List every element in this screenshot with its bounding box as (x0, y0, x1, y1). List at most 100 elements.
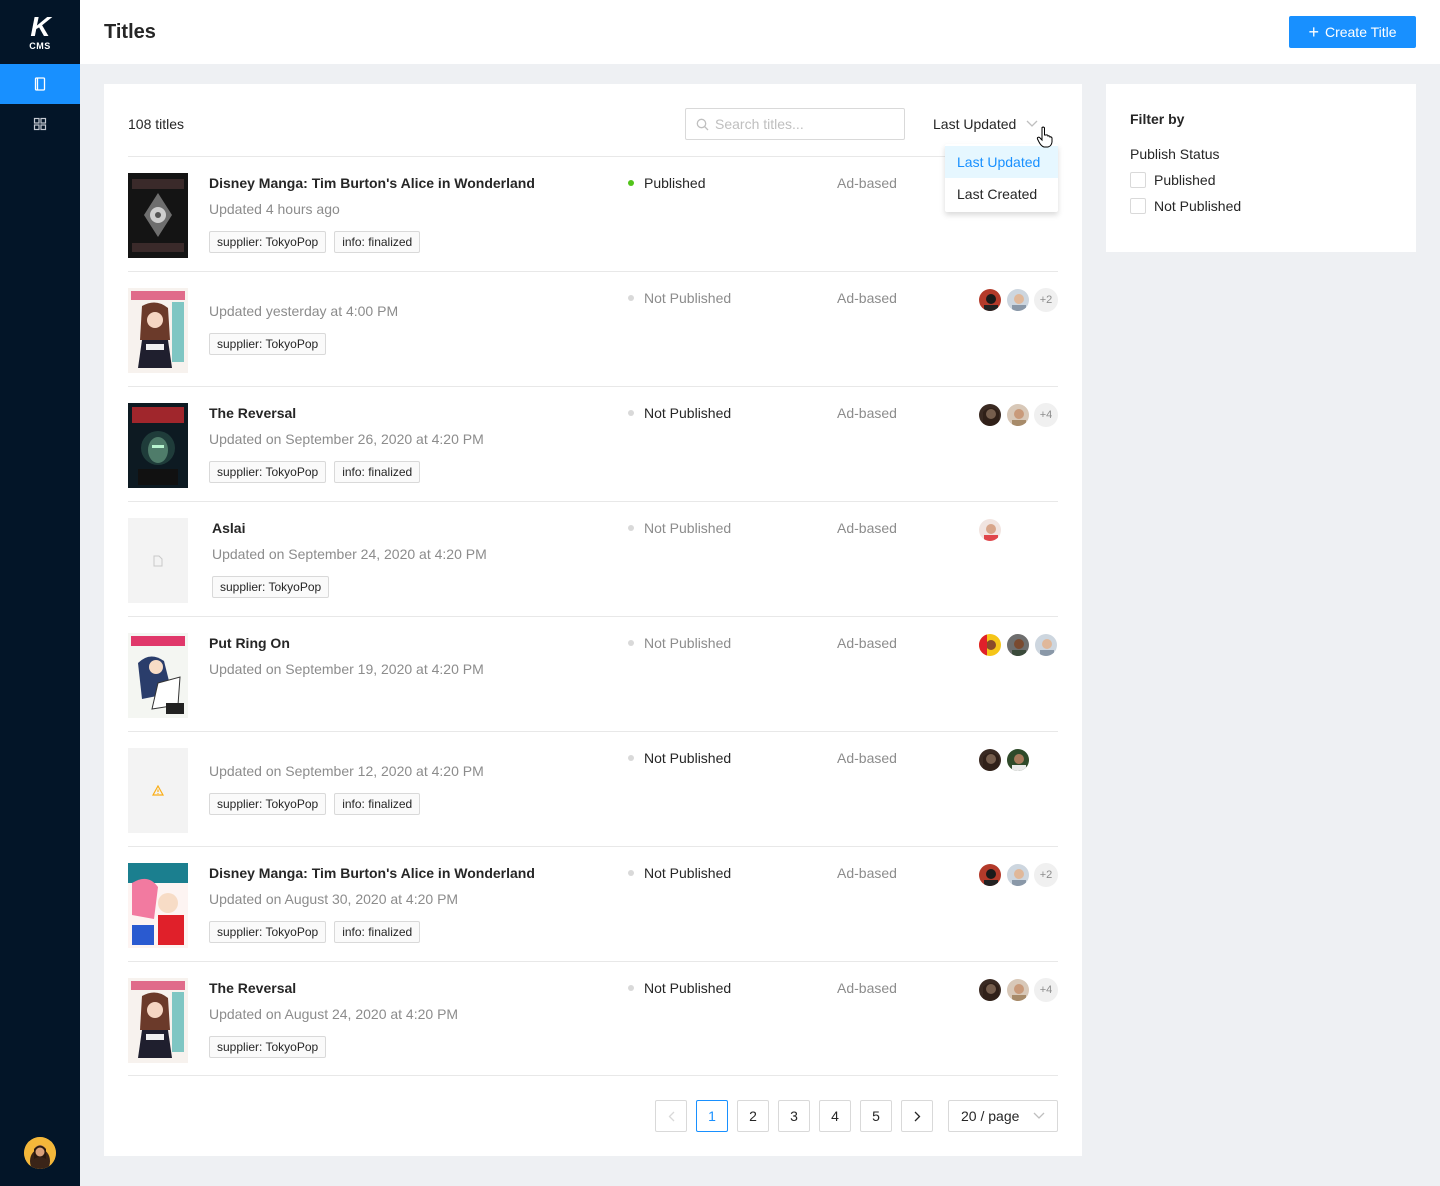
filter-option-label: Published (1154, 172, 1216, 188)
sort-selected-label: Last Updated (933, 116, 1017, 132)
titles-list: Disney Manga: Tim Burton's Alice in Wond… (128, 156, 1058, 1076)
sort-option-last-created[interactable]: Last Created (945, 178, 1058, 210)
tag: supplier: TokyoPop (209, 333, 327, 355)
tag: info: finalized (334, 921, 421, 943)
title-cover-placeholder (128, 518, 188, 603)
table-row[interactable]: The Reversal Updated on September 26, 20… (128, 386, 1058, 501)
title-name[interactable]: The Reversal (209, 405, 609, 421)
status-badge: Not Published (628, 750, 731, 766)
sort-option-last-updated[interactable]: Last Updated (945, 146, 1058, 178)
page-button-2[interactable]: 2 (737, 1100, 769, 1132)
monetization-label: Ad-based (837, 865, 897, 881)
sidebar: K CMS (0, 0, 80, 1186)
tag: info: finalized (334, 461, 421, 483)
monetization-label: Ad-based (837, 635, 897, 651)
sort-select[interactable]: Last Updated (933, 116, 1038, 132)
table-row[interactable]: Disney Manga: Tim Burton's Alice in Wond… (128, 156, 1058, 271)
sidebar-item-titles[interactable] (0, 64, 80, 104)
avatar (1006, 633, 1030, 657)
title-name[interactable]: The Reversal (209, 980, 609, 996)
tag: supplier: TokyoPop (212, 576, 330, 598)
table-row[interactable]: Put Ring On Updated on September 19, 202… (128, 616, 1058, 731)
table-row[interactable]: Updated on September 12, 2020 at 4:20 PM… (128, 731, 1058, 846)
avatar (978, 748, 1002, 772)
filter-option-published[interactable]: Published (1130, 172, 1392, 188)
title-updated: Updated on September 19, 2020 at 4:20 PM (209, 661, 484, 677)
status-badge: Not Published (628, 290, 731, 306)
sidebar-item-apps[interactable] (0, 104, 80, 144)
tag: supplier: TokyoPop (209, 1036, 327, 1058)
status-label: Not Published (644, 750, 732, 766)
titles-count: 108 titles (128, 116, 185, 132)
title-updated: Updated on September 24, 2020 at 4:20 PM (212, 546, 487, 562)
search-icon (696, 118, 709, 130)
next-page-button[interactable] (901, 1100, 933, 1132)
table-row[interactable]: Disney Manga: Tim Burton's Alice in Wond… (128, 846, 1058, 961)
status-label: Not Published (644, 635, 732, 651)
grid-icon (33, 117, 47, 131)
collaborator-avatars[interactable] (978, 518, 1002, 542)
page-button-3[interactable]: 3 (778, 1100, 810, 1132)
page-size-select[interactable]: 20 / page (948, 1100, 1058, 1132)
title-updated: Updated on August 24, 2020 at 4:20 PM (209, 1006, 459, 1022)
sort-dropdown-menu: Last Updated Last Created (945, 144, 1058, 212)
table-row[interactable]: Aslai Updated on September 24, 2020 at 4… (128, 501, 1058, 616)
monetization-label: Ad-based (837, 980, 897, 996)
title-name[interactable]: Put Ring On (209, 635, 609, 651)
title-name[interactable]: Aslai (212, 520, 612, 536)
avatar (978, 288, 1002, 312)
avatar (978, 863, 1002, 887)
checkbox[interactable] (1130, 198, 1146, 214)
avatar (978, 978, 1002, 1002)
chevron-left-icon (668, 1111, 674, 1121)
filter-panel: Filter by Publish Status Published Not P… (1106, 84, 1416, 252)
page-button-5[interactable]: 5 (860, 1100, 892, 1132)
collaborator-avatars[interactable]: +4 (978, 978, 1058, 1002)
collaborator-avatars[interactable]: +2 (978, 863, 1058, 887)
checkbox[interactable] (1130, 172, 1146, 188)
status-badge: Not Published (628, 865, 731, 881)
filter-option-label: Not Published (1154, 198, 1242, 214)
collaborator-avatars[interactable]: +4 (978, 403, 1058, 427)
avatar (1034, 633, 1058, 657)
user-avatar[interactable] (24, 1137, 56, 1169)
title-name[interactable]: Disney Manga: Tim Burton's Alice in Wond… (209, 175, 609, 191)
monetization-label: Ad-based (837, 520, 897, 536)
monetization-label: Ad-based (837, 175, 897, 191)
avatar (978, 633, 1002, 657)
status-badge: Not Published (628, 520, 731, 536)
tag: supplier: TokyoPop (209, 793, 327, 815)
status-badge: Not Published (628, 405, 731, 421)
page-button-1[interactable]: 1 (696, 1100, 728, 1132)
app-logo[interactable]: K CMS (0, 0, 80, 64)
page-size-label: 20 / page (961, 1108, 1020, 1124)
collaborator-avatars[interactable] (978, 633, 1058, 657)
title-name[interactable]: Disney Manga: Tim Burton's Alice in Wond… (209, 865, 609, 881)
create-title-button[interactable]: + Create Title (1289, 16, 1416, 48)
status-label: Not Published (644, 980, 732, 996)
status-dot (628, 525, 634, 531)
filter-option-not-published[interactable]: Not Published (1130, 198, 1392, 214)
title-cover (128, 403, 188, 488)
create-title-label: Create Title (1324, 24, 1397, 40)
search-input[interactable] (715, 116, 895, 132)
titles-card: 108 titles Last Updated Last Updated Las… (104, 84, 1082, 1156)
table-row[interactable]: The Reversal Updated on August 24, 2020 … (128, 961, 1058, 1076)
prev-page-button[interactable] (655, 1100, 687, 1132)
page-button-4[interactable]: 4 (819, 1100, 851, 1132)
status-badge: Not Published (628, 635, 731, 651)
logo-mark: K (30, 10, 50, 42)
page-title: Titles (104, 21, 156, 43)
collaborator-avatars[interactable] (978, 748, 1030, 772)
chevron-down-icon (1033, 1112, 1045, 1119)
title-cover-placeholder (128, 748, 188, 833)
collaborator-avatars[interactable]: +2 (978, 288, 1058, 312)
status-dot (628, 295, 634, 301)
search-box[interactable] (685, 108, 905, 140)
table-row[interactable]: Updated yesterday at 4:00 PM supplier: T… (128, 271, 1058, 386)
title-cover (128, 288, 188, 373)
pointer-cursor-icon (1036, 126, 1053, 148)
status-dot (628, 870, 634, 876)
status-dot (628, 640, 634, 646)
status-label: Published (644, 175, 706, 191)
